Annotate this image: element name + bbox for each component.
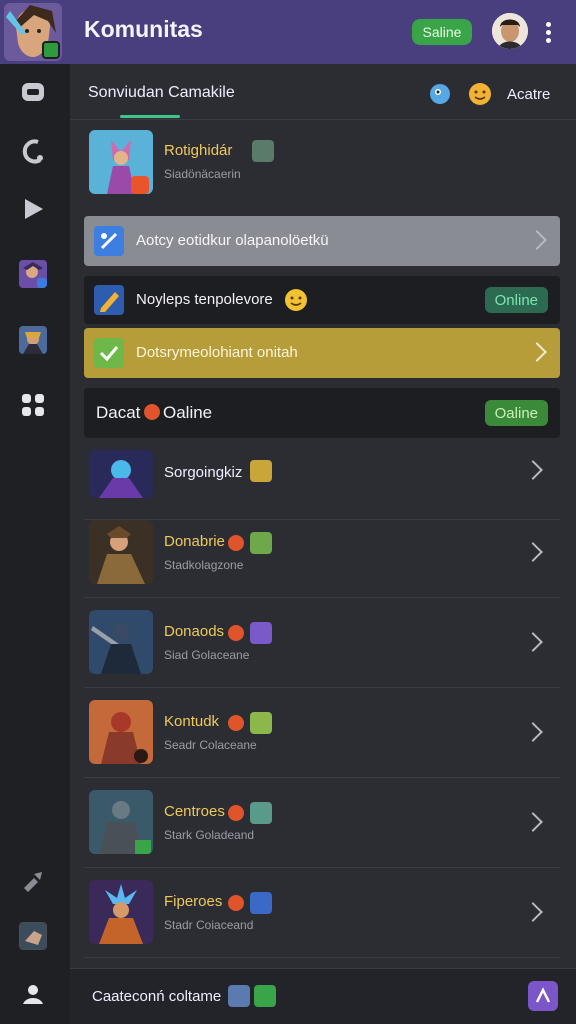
alert-dot-icon [144,404,160,420]
server-thumb-2[interactable] [19,326,47,354]
tab-indicator [120,115,180,118]
chat-icon[interactable] [16,76,50,110]
profile-icon[interactable] [16,978,50,1012]
game-badge-icon [252,140,274,162]
emoji-icon[interactable] [468,82,492,106]
tools-icon[interactable] [16,864,50,898]
list-name: Fiperoes [164,893,223,910]
list-name: Centroes [164,803,225,820]
list-thumb [89,520,153,584]
list-item[interactable]: Fiperoes Stadr Coiaceand [84,868,560,958]
header-action[interactable]: Acatre [507,86,550,103]
ticket-icon [94,338,124,368]
folder-thumb[interactable] [19,922,47,950]
list-thumb [89,450,153,498]
list-thumb [89,610,153,674]
folder-icon[interactable] [228,985,250,1007]
channel-title[interactable]: Sonviudan Camakile [88,84,235,102]
server-avatar[interactable] [4,3,62,61]
alert-dot-icon [228,805,244,821]
game-badge-icon [250,802,272,824]
chevron-right-icon [527,342,547,362]
band-item-3[interactable]: Dotsrymeolohiant onitah [84,328,560,378]
chevron-right-icon [523,902,543,922]
top-bar: Komunitas Saline [0,0,576,64]
section-title: Dacat [96,403,141,422]
chevron-right-icon [523,460,543,480]
channel-header: Sonviudan Camakile Acatre [70,64,576,120]
chevron-right-icon [523,632,543,652]
list-name: Donaods [164,623,225,640]
online-pill[interactable]: Online [484,287,548,313]
game-badge-icon [250,460,272,482]
list-item[interactable]: Donaods Siad Golaceane [84,598,560,688]
band-item-2[interactable]: Noyleps tenpolevore Online [84,276,560,324]
list-item[interactable]: Centroes Stark Goladeand [84,778,560,868]
game-badge-icon [250,892,272,914]
list-thumb [89,790,153,854]
list-item[interactable]: Donabrie Stadkolagzone [84,508,560,598]
band-label-3: Dotsrymeolohiant onitah [136,344,298,361]
band-item-1[interactable]: Aotcy eotidkur olapanolöetkü [84,216,560,266]
play-icon[interactable] [16,192,50,226]
mascot-icon[interactable] [428,82,452,106]
game-badge-icon [250,532,272,554]
link-icon [94,226,124,256]
kebab-menu-icon[interactable] [538,18,558,46]
list-sub: Stark Goladeand [164,828,255,842]
featured-sub: Siadönäcaerin [164,167,241,181]
list-name: Sorgoingkiz [164,464,243,481]
list-item[interactable]: Kontudk Seadr Colaceane [84,688,560,778]
list-sub: Siad Golaceane [164,648,250,662]
compose-button[interactable] [528,981,558,1011]
grid-icon[interactable] [16,388,50,422]
online-badge-icon [42,41,60,59]
app-title: Komunitas [84,16,203,42]
list-sub: Stadr Coiaceand [164,918,254,932]
band-label-1: Aotcy eotidkur olapanolöetkü [136,232,329,249]
featured-name: Rotighidár [164,142,233,159]
list-name: Kontudk [164,713,220,730]
chevron-right-icon [527,230,547,250]
list-thumb [89,700,153,764]
list-sub: Seadr Colaceane [164,738,257,752]
list-sub: Stadkolagzone [164,558,244,572]
user-avatar[interactable] [492,13,528,49]
pencil-icon [94,285,124,315]
game-badge-icon [250,712,272,734]
chevron-right-icon [523,812,543,832]
featured-item[interactable]: Rotighidár Siadönäcaerin [84,124,560,208]
list-item[interactable]: Sorgoingkiz [84,430,560,520]
voice-icon[interactable] [16,134,50,168]
smile-icon [284,288,308,312]
status-pill[interactable]: Saline [412,19,472,45]
featured-thumb [89,130,153,194]
footer-bar: Caateconń coltame [70,968,576,1024]
sidebar [0,64,70,1024]
list-thumb [89,880,153,944]
chevron-right-icon [523,542,543,562]
alert-dot-icon [228,625,244,641]
server-thumb-1[interactable] [19,260,47,288]
alert-dot-icon [228,715,244,731]
game-badge-icon [250,622,272,644]
section-status: Oaline [163,403,213,422]
bookmark-icon[interactable] [254,985,276,1007]
footer-label[interactable]: Caateconń coltame [92,988,221,1005]
app-root: Komunitas Saline Sonviudan Camakile Acat… [0,0,576,1024]
chevron-right-icon [523,722,543,742]
band-label-2: Noyleps tenpolevore [136,291,273,308]
list-name: Donabrie [164,533,225,550]
alert-dot-icon [228,895,244,911]
section-pill[interactable]: Oaline [484,400,548,426]
alert-dot-icon [228,535,244,551]
